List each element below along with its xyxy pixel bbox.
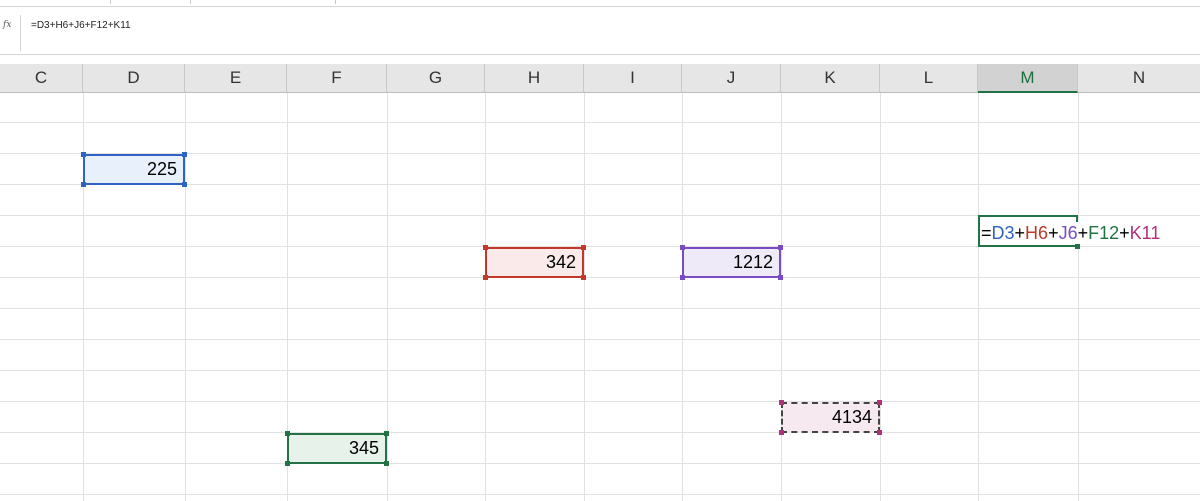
column-label: L [923,68,934,87]
column-label: J [726,68,736,87]
range-handle[interactable] [581,275,586,280]
range-handle[interactable] [81,152,86,157]
formula-ref-k11: K11 [1129,223,1161,243]
range-handle[interactable] [483,245,488,250]
cell-value: 345 [348,438,379,458]
column-header-j[interactable]: J [682,64,781,93]
formula-input[interactable]: =D3+H6+J6+F12+K11 [31,20,131,31]
cell-d3[interactable]: 225 [83,154,185,185]
column-header-k[interactable]: K [781,64,880,93]
range-handle[interactable] [285,431,290,436]
ribbon-bottom-strip [0,0,1200,7]
column-label: N [1132,68,1146,87]
range-handle[interactable] [778,275,783,280]
cell-h6[interactable]: 342 [485,247,584,278]
column-label: D [127,68,140,87]
range-handle[interactable] [384,461,389,466]
range-handle[interactable] [384,431,389,436]
grid-line [0,339,1200,340]
column-label: M [1020,67,1035,87]
column-header-n[interactable]: N [1078,64,1200,93]
cell-formula-edit[interactable]: =D3+H6+J6+F12+K11 [981,222,1163,244]
column-header-h[interactable]: H [485,64,584,93]
column-header-e[interactable]: E [185,64,287,93]
range-handle[interactable] [778,245,783,250]
ribbon-separator [190,0,191,4]
column-header-d[interactable]: D [83,64,185,93]
range-handle[interactable] [877,430,882,435]
formula-part: + [1014,223,1026,243]
grid-line [0,370,1200,371]
grid-line [978,93,979,501]
range-handle[interactable] [483,275,488,280]
column-header-l[interactable]: L [880,64,978,93]
fill-handle[interactable] [1075,244,1080,249]
formula-ref-f12: F12 [1088,223,1120,243]
grid-line [0,401,1200,402]
grid-line [485,93,486,501]
range-handle[interactable] [182,152,187,157]
column-label: F [331,68,342,87]
column-header-c[interactable]: C [0,64,83,93]
range-handle[interactable] [581,245,586,250]
formula-ref-j6: J6 [1058,223,1078,243]
column-label: E [229,68,242,87]
range-handle[interactable] [680,275,685,280]
column-header-g[interactable]: G [387,64,485,93]
range-handle[interactable] [779,400,784,405]
insert-function-icon[interactable]: fx [0,15,21,51]
column-header-i[interactable]: I [584,64,682,93]
column-header-f[interactable]: F [287,64,387,93]
range-handle[interactable] [779,430,784,435]
grid-line [781,93,782,501]
cell-j6[interactable]: 1212 [682,247,781,278]
formula-bar-gap [0,55,1200,64]
column-label: G [428,68,443,87]
column-label: H [527,68,541,87]
range-handle[interactable] [285,461,290,466]
range-handle[interactable] [182,182,187,187]
grid-line [0,494,1200,495]
formula-part: + [1077,223,1089,243]
formula-part: = [981,223,992,243]
cell-value: 1212 [732,252,773,272]
formula-bar: fx =D3+H6+J6+F12+K11 [0,7,1200,55]
cell-k11[interactable]: 4134 [781,402,880,433]
ribbon-separator [335,0,336,4]
formula-part: + [1119,223,1130,243]
formula-ref-h6: H6 [1025,223,1049,243]
grid-line [0,308,1200,309]
cell-value: 4134 [831,407,872,427]
cell-value: 342 [545,252,576,272]
ribbon-separator [110,0,111,4]
grid-line [387,93,388,501]
range-handle[interactable] [877,400,882,405]
cell-f12[interactable]: 345 [287,433,387,464]
grid-line [0,463,1200,464]
grid-line [1078,93,1079,501]
range-handle[interactable] [81,182,86,187]
column-label: K [824,68,836,87]
formula-ref-d3: D3 [991,223,1015,243]
fx-label: fx [3,20,12,30]
grid-line [0,432,1200,433]
range-handle[interactable] [680,245,685,250]
column-label: I [630,68,635,87]
grid-line [0,277,1200,278]
grid-line [0,122,1200,123]
grid-line [584,93,585,501]
cell-value: 225 [146,159,177,179]
column-label: C [34,68,48,87]
grid-line [682,93,683,501]
grid-line [880,93,881,501]
column-header-m[interactable]: M [978,64,1078,93]
formula-part: + [1048,223,1059,243]
